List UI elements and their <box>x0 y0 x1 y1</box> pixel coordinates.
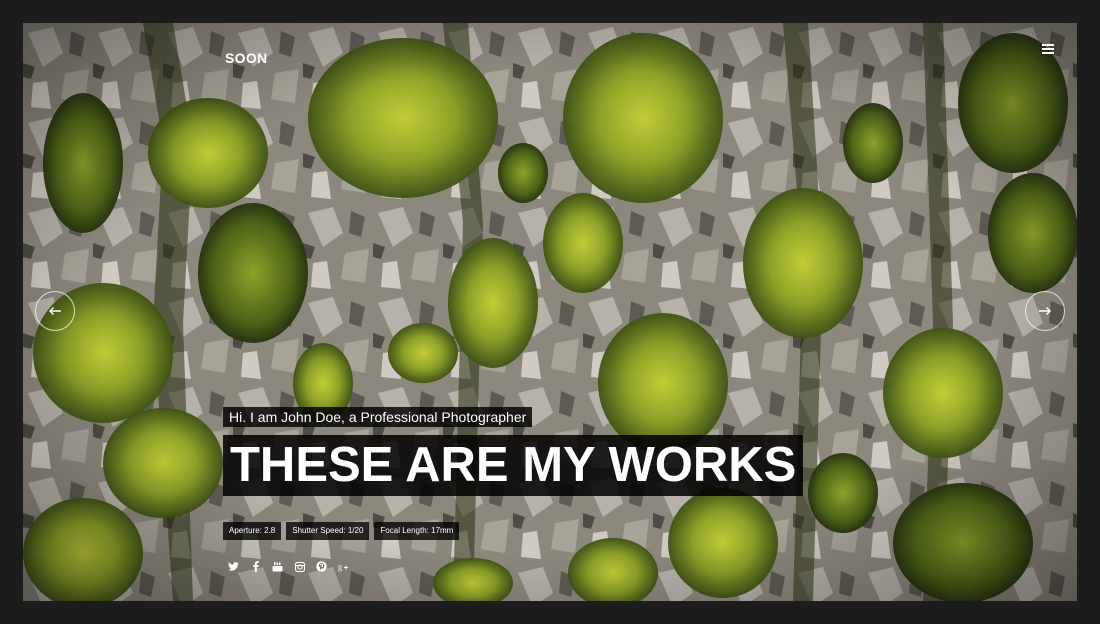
youtube-icon[interactable] <box>271 560 284 573</box>
site-logo[interactable]: SOON <box>225 50 267 66</box>
hero-subtitle: Hi. I am John Doe, a Professional Photog… <box>223 407 533 427</box>
svg-text:g: g <box>338 562 342 571</box>
hamburger-menu-icon[interactable] <box>1042 44 1054 54</box>
arrow-left-icon <box>49 307 61 315</box>
background-photo <box>23 23 1077 601</box>
social-links: g <box>227 560 350 573</box>
arrow-right-icon <box>1039 307 1051 315</box>
google-plus-icon[interactable]: g <box>337 560 350 573</box>
photo-meta: Aperture: 2.8 Shutter Speed: 1/20 Focal … <box>223 522 460 540</box>
shutter-speed-tag: Shutter Speed: 1/20 <box>286 522 370 540</box>
focal-length-tag: Focal Length: 17mm <box>374 522 460 540</box>
hero-title: THESE ARE MY WORKS <box>223 435 804 496</box>
pinterest-icon[interactable] <box>315 560 328 573</box>
facebook-icon[interactable] <box>249 560 262 573</box>
aperture-tag: Aperture: 2.8 <box>223 522 282 540</box>
twitter-icon[interactable] <box>227 560 240 573</box>
instagram-icon[interactable] <box>293 560 306 573</box>
hero-frame: SOON Hi. I am John Doe, a Professional P… <box>23 23 1077 601</box>
prev-slide-button[interactable] <box>35 291 75 331</box>
next-slide-button[interactable] <box>1025 291 1065 331</box>
